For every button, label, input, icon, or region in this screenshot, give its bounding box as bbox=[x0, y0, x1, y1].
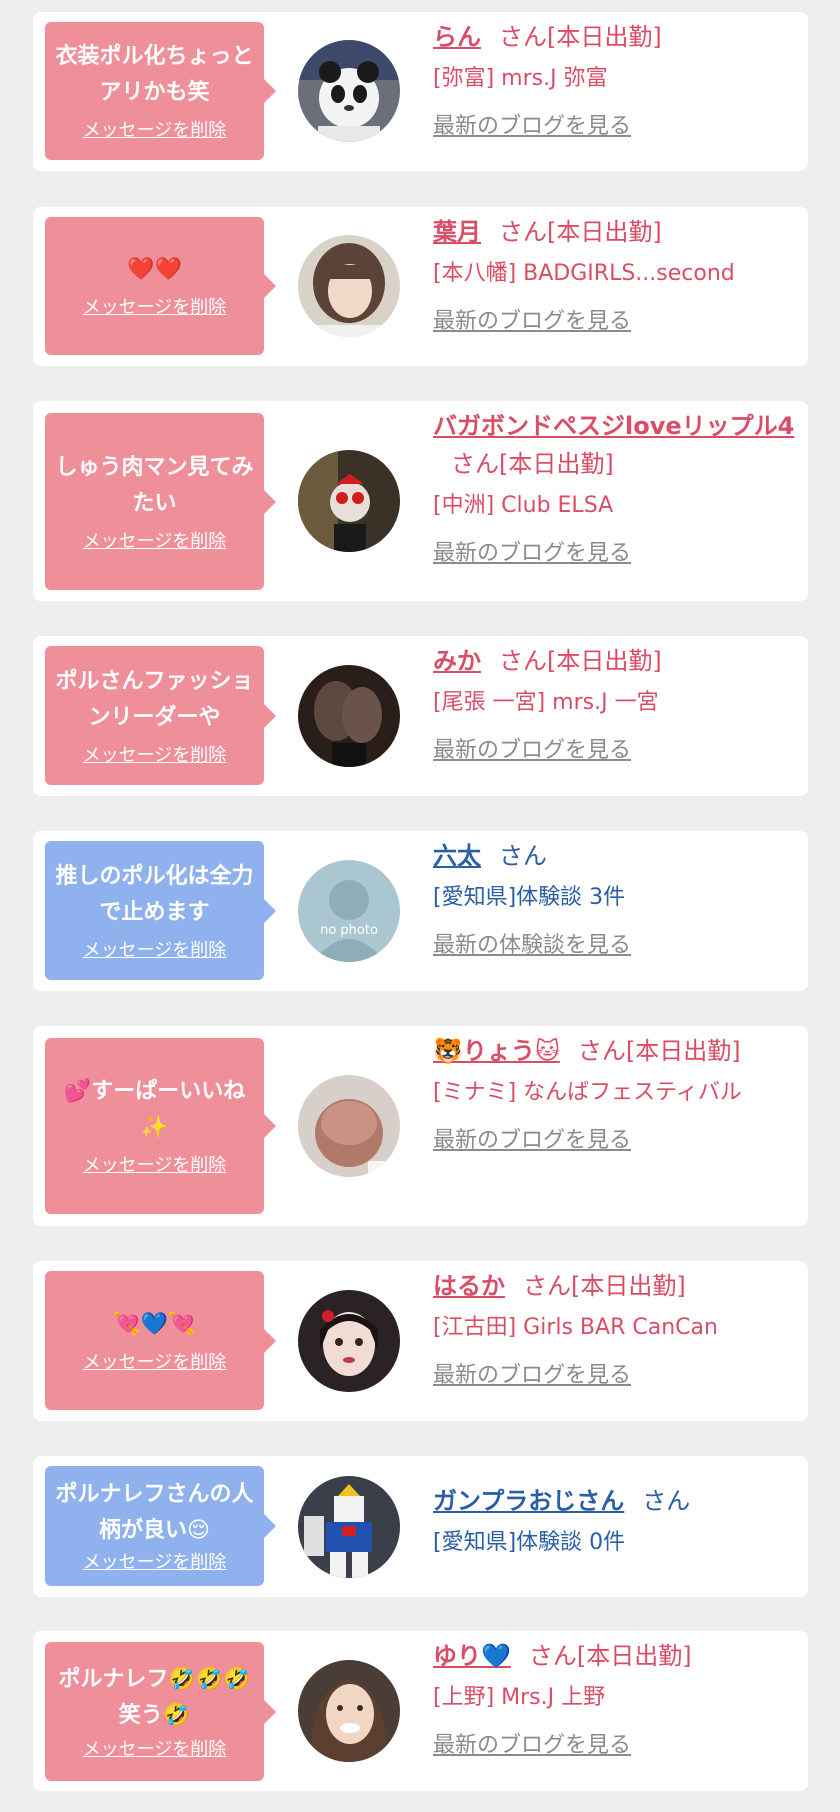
delete-message-link[interactable]: メッセージを削除 bbox=[83, 296, 227, 320]
latest-blog-link[interactable]: 最新のブログを見る bbox=[433, 1731, 631, 1761]
latest-blog-link[interactable]: 最新のブログを見る bbox=[433, 539, 631, 569]
profile-name-link[interactable]: ゆり💙 bbox=[433, 1642, 511, 1670]
avatar[interactable] bbox=[298, 235, 400, 337]
list-item: 💘💙💘 メッセージを削除 はるか さん[本日出勤] [江古田] Girls BAR… bbox=[33, 1261, 808, 1421]
avatar[interactable] bbox=[298, 40, 400, 142]
list-item: 推しのポル化は全力で止めます メッセージを削除 no photo 六太 さん [愛… bbox=[33, 831, 808, 991]
message-bubble: 💕すーぱーいいね✨ メッセージを削除 bbox=[45, 1038, 276, 1214]
name-suffix: さん[本日出勤] bbox=[523, 1272, 686, 1300]
message-bubble: ❤️❤️ メッセージを削除 bbox=[45, 217, 276, 355]
message-text: 衣装ポル化ちょっとアリかも笑 bbox=[55, 44, 254, 105]
delete-message-link[interactable]: メッセージを削除 bbox=[83, 1154, 227, 1178]
profile-name-link[interactable]: みか bbox=[433, 647, 481, 675]
message-list: 衣装ポル化ちょっとアリかも笑 メッセージを削除 らん さん[本日出勤] [弥富] … bbox=[0, 0, 840, 1812]
latest-blog-link[interactable]: 最新のブログを見る bbox=[433, 1361, 631, 1391]
shop-info: [本八幡] BADGIRLS...second bbox=[433, 261, 735, 286]
shop-info: [愛知県]体験談 0件 bbox=[433, 1530, 626, 1555]
message-bubble: ポルさんファッションリーダーや メッセージを削除 bbox=[45, 646, 276, 785]
shop-info: [上野] Mrs.J 上野 bbox=[433, 1685, 606, 1710]
profile-name-link[interactable]: はるか bbox=[433, 1272, 505, 1300]
name-suffix: さん bbox=[499, 842, 547, 870]
name-suffix: さん[本日出勤] bbox=[528, 1642, 692, 1670]
name-suffix: さん[本日出勤] bbox=[451, 450, 614, 478]
delete-message-link[interactable]: メッセージを削除 bbox=[83, 1738, 227, 1762]
shop-info: [弥富] mrs.J 弥富 bbox=[433, 66, 608, 91]
delete-message-link[interactable]: メッセージを削除 bbox=[83, 744, 227, 768]
profile-name-link[interactable]: らん bbox=[433, 23, 481, 51]
avatar[interactable] bbox=[298, 1476, 400, 1578]
list-item: しゅう肉マン見てみたい メッセージを削除 バガボンドペスジloveリップル4 さん… bbox=[33, 401, 808, 601]
latest-review-link[interactable]: 最新の体験談を見る bbox=[433, 931, 631, 961]
latest-blog-link[interactable]: 最新のブログを見る bbox=[433, 307, 631, 337]
message-text: しゅう肉マン見てみたい bbox=[55, 454, 254, 516]
name-suffix: さん[本日出勤] bbox=[499, 23, 662, 51]
message-bubble: ポルナレフ🤣🤣🤣笑う🤣 メッセージを削除 bbox=[45, 1642, 276, 1781]
shop-info: [ミナミ] なんばフェスティバル bbox=[433, 1080, 742, 1105]
masked-character-photo-icon bbox=[298, 450, 400, 552]
list-item: 衣装ポル化ちょっとアリかも笑 メッセージを削除 らん さん[本日出勤] [弥富] … bbox=[33, 12, 808, 171]
list-item: ポルナレフさんの人柄が良い😌 メッセージを削除 ガンプラおじさん さん [愛知県]… bbox=[33, 1456, 808, 1597]
message-text: ❤️❤️ bbox=[127, 257, 182, 282]
list-item: 💕すーぱーいいね✨ メッセージを削除 🐯りょう🐱 さん[本日出勤] [ミナミ] な… bbox=[33, 1026, 808, 1226]
delete-message-link[interactable]: メッセージを削除 bbox=[83, 939, 227, 963]
name-suffix: さん[本日出勤] bbox=[499, 647, 662, 675]
avatar[interactable] bbox=[298, 1290, 400, 1392]
avatar[interactable] bbox=[298, 1075, 400, 1177]
delete-message-link[interactable]: メッセージを削除 bbox=[83, 1551, 227, 1575]
no-photo-silhouette-icon: no photo bbox=[298, 860, 400, 962]
message-text: ポルナレフ🤣🤣🤣笑う🤣 bbox=[58, 1666, 251, 1728]
smiling-woman-photo-icon bbox=[298, 1660, 400, 1762]
profile-name-link[interactable]: 🐯りょう🐱 bbox=[433, 1037, 560, 1065]
message-bubble: しゅう肉マン見てみたい メッセージを削除 bbox=[45, 413, 276, 590]
shop-info: [尾張 一宮] mrs.J 一宮 bbox=[433, 690, 659, 715]
latest-blog-link[interactable]: 最新のブログを見る bbox=[433, 736, 631, 766]
name-suffix: さん bbox=[642, 1487, 691, 1515]
hair-photo-icon bbox=[298, 1075, 400, 1177]
message-bubble: ポルナレフさんの人柄が良い😌 メッセージを削除 bbox=[45, 1466, 276, 1586]
message-text: 💕すーぱーいいね✨ bbox=[63, 1079, 246, 1140]
panda-plush-photo-icon bbox=[298, 40, 400, 142]
profile-name-link[interactable]: 六太 bbox=[433, 842, 481, 870]
avatar[interactable]: no photo bbox=[298, 860, 400, 962]
shop-info: [江古田] Girls BAR CanCan bbox=[433, 1315, 718, 1340]
message-text: 💘💙💘 bbox=[113, 1311, 196, 1337]
legs-photo-icon bbox=[298, 665, 400, 767]
delete-message-link[interactable]: メッセージを削除 bbox=[83, 530, 227, 554]
list-item: ポルナレフ🤣🤣🤣笑う🤣 メッセージを削除 ゆり💙 さん[本日出勤] [上野] Mr… bbox=[33, 1631, 808, 1791]
list-item: ポルさんファッションリーダーや メッセージを削除 みか さん[本日出勤] [尾張 … bbox=[33, 636, 808, 796]
girl-portrait-photo-icon bbox=[298, 235, 400, 337]
message-text: 推しのポル化は全力で止めます bbox=[55, 863, 254, 925]
profile-name-link[interactable]: ガンプラおじさん bbox=[433, 1487, 624, 1515]
profile-name-link[interactable]: 葉月 bbox=[433, 218, 481, 246]
avatar[interactable] bbox=[298, 1660, 400, 1762]
delete-message-link[interactable]: メッセージを削除 bbox=[83, 1351, 227, 1375]
no-photo-label: no photo bbox=[320, 923, 378, 938]
name-suffix: さん[本日出勤] bbox=[499, 218, 662, 246]
shop-info: [中洲] Club ELSA bbox=[433, 493, 614, 518]
message-text: ポルさんファッションリーダーや bbox=[55, 668, 254, 730]
message-text: ポルナレフさんの人柄が良い😌 bbox=[55, 1482, 254, 1543]
profile-name-link[interactable]: バガボンドペスジloveリップル4 bbox=[433, 412, 794, 440]
message-bubble: 💘💙💘 メッセージを削除 bbox=[45, 1271, 276, 1410]
delete-message-link[interactable]: メッセージを削除 bbox=[83, 119, 227, 143]
message-bubble: 推しのポル化は全力で止めます メッセージを削除 bbox=[45, 841, 276, 980]
name-suffix: さん[本日出勤] bbox=[577, 1037, 741, 1065]
avatar[interactable] bbox=[298, 450, 400, 552]
gundam-model-photo-icon bbox=[298, 1476, 400, 1578]
message-bubble: 衣装ポル化ちょっとアリかも笑 メッセージを削除 bbox=[45, 22, 276, 160]
latest-blog-link[interactable]: 最新のブログを見る bbox=[433, 1126, 631, 1156]
latest-blog-link[interactable]: 最新のブログを見る bbox=[433, 112, 631, 142]
shop-info: [愛知県]体験談 3件 bbox=[433, 885, 626, 910]
avatar[interactable] bbox=[298, 665, 400, 767]
list-item: ❤️❤️ メッセージを削除 葉月 さん[本日出勤] [本八幡] BADGIRLS.… bbox=[33, 207, 808, 366]
girl-face-photo-icon bbox=[298, 1290, 400, 1392]
